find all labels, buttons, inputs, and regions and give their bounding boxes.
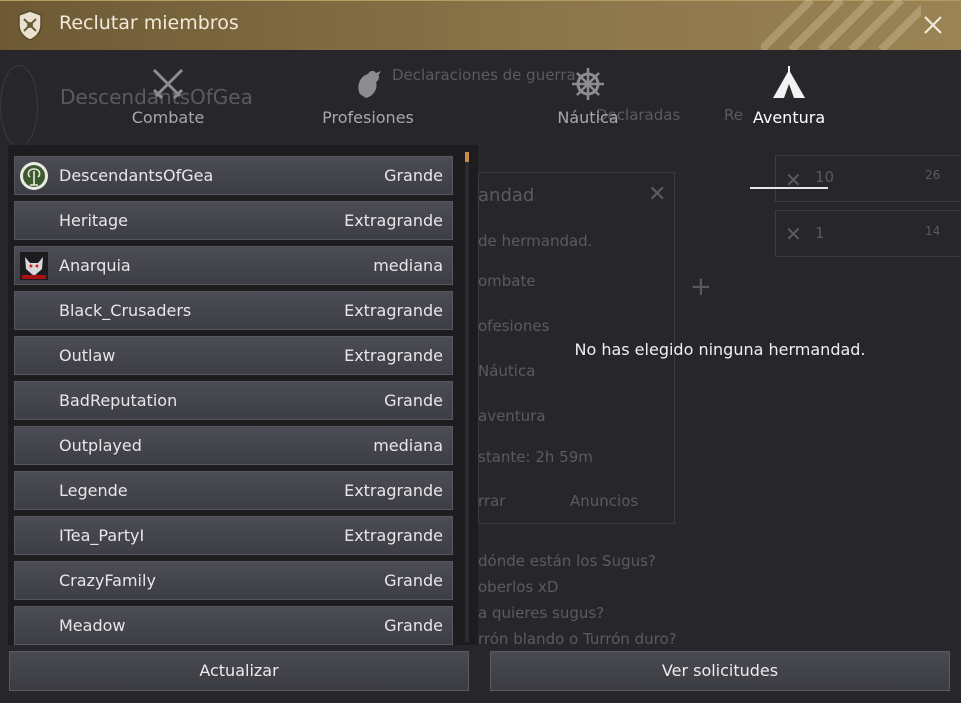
bg-remaining: stante: 2h 59m: [478, 448, 593, 466]
no-guild-selected-message: No has elegido ninguna hermandad.: [574, 340, 866, 359]
guild-row[interactable]: DescendantsOfGea Grande: [14, 156, 453, 195]
tab-profesiones[interactable]: Profesiones: [318, 50, 418, 142]
bg-chat-2: oberlos xD: [478, 578, 559, 596]
bg-btn-b: Anuncios: [570, 492, 639, 510]
guild-size: Grande: [384, 166, 443, 185]
bg-stat-row: [775, 155, 961, 202]
guild-name: Legende: [59, 481, 128, 500]
guild-row[interactable]: Black_Crusaders Extragrande: [14, 291, 453, 330]
guild-name: CrazyFamily: [59, 571, 156, 590]
tree-emblem-icon: [20, 162, 48, 190]
guild-name: Anarquia: [59, 256, 131, 275]
guild-size: Extragrande: [344, 301, 443, 320]
tab-label: Combate: [131, 108, 205, 127]
guild-size: Extragrande: [344, 481, 443, 500]
guild-size: mediana: [373, 256, 443, 275]
guild-row[interactable]: Outlaw Extragrande: [14, 336, 453, 375]
guild-name: Meadow: [59, 616, 126, 635]
guild-row[interactable]: Outplayed mediana: [14, 426, 453, 465]
view-requests-button[interactable]: Ver solicitudes: [490, 651, 950, 691]
guild-name: Outlaw: [59, 346, 116, 365]
guild-size: Grande: [384, 616, 443, 635]
tab-combate[interactable]: Combate: [118, 50, 218, 142]
wolf-emblem-icon: [20, 252, 48, 280]
tab-aventura[interactable]: Aventura: [744, 50, 834, 142]
guild-name: Outplayed: [59, 436, 142, 455]
bg-plus-icon: +: [690, 272, 712, 302]
crossed-swords-icon: [152, 68, 184, 100]
bg-stat-row-2: [775, 210, 961, 257]
guild-size: Grande: [384, 571, 443, 590]
guild-list: DescendantsOfGea Grande Heritage Extragr…: [8, 145, 478, 645]
refresh-button[interactable]: Actualizar: [9, 651, 469, 691]
bg-chat-1: dónde están los Sugus?: [478, 552, 656, 570]
bg-panel-title: andad: [478, 185, 535, 206]
window-title: Reclutar miembros: [59, 12, 239, 34]
bg-opt3: Náutica: [478, 362, 536, 380]
scrollbar-thumb[interactable]: [465, 152, 469, 162]
guild-list-scrollbar[interactable]: [465, 152, 469, 642]
tent-icon: [773, 66, 805, 98]
tab-label: Profesiones: [322, 108, 414, 127]
close-icon[interactable]: [920, 12, 946, 38]
guild-size: Extragrande: [344, 346, 443, 365]
guild-name: DescendantsOfGea: [59, 166, 214, 185]
rooster-icon: [358, 70, 381, 98]
tab-nautica[interactable]: Náutica: [548, 50, 628, 142]
guild-name: Heritage: [59, 211, 128, 230]
bg-opt1: ombate: [478, 272, 536, 290]
bg-close-icon: ✕: [648, 182, 667, 207]
category-tabs: Combate Profesiones Náutica Aventura: [0, 50, 961, 189]
guild-row[interactable]: CrazyFamily Grande: [14, 561, 453, 600]
guild-size: Extragrande: [344, 211, 443, 230]
guild-row[interactable]: Heritage Extragrande: [14, 201, 453, 240]
guild-size: Extragrande: [344, 526, 443, 545]
bg-opt4: aventura: [478, 407, 546, 425]
guild-name: BadReputation: [59, 391, 178, 410]
guild-name: Black_Crusaders: [59, 301, 192, 320]
active-tab-indicator: [750, 187, 828, 189]
bg-btn-a: rrar: [478, 492, 506, 510]
guild-row[interactable]: ITea_PartyI Extragrande: [14, 516, 453, 555]
guild-size: mediana: [373, 436, 443, 455]
guild-size: Grande: [384, 391, 443, 410]
guild-row[interactable]: Meadow Grande: [14, 606, 453, 645]
bg-chat-3: a quieres sugus?: [478, 604, 605, 622]
bg-chat-4: rrón blando o Turrón duro?: [478, 630, 677, 648]
guild-name: ITea_PartyI: [59, 526, 145, 545]
bg-opt2: ofesiones: [478, 317, 550, 335]
shield-crest-icon: [18, 10, 42, 41]
guild-row[interactable]: Legende Extragrande: [14, 471, 453, 510]
ship-wheel-icon: [572, 68, 604, 100]
tab-label: Aventura: [752, 108, 826, 127]
tab-label: Náutica: [557, 108, 619, 127]
bg-panel-sub: de hermandad.: [478, 232, 593, 250]
guild-row[interactable]: Anarquia mediana: [14, 246, 453, 285]
title-decoration: [761, 0, 921, 50]
title-bar: Reclutar miembros: [0, 0, 961, 50]
guild-row[interactable]: BadReputation Grande: [14, 381, 453, 420]
